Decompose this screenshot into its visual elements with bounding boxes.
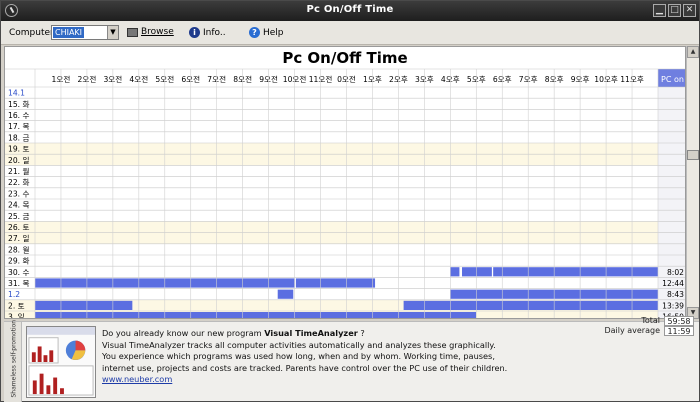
help-icon: ? <box>249 27 260 38</box>
pc-on-cell-bg <box>658 109 685 121</box>
total-value: 59:58 <box>664 316 694 326</box>
website-link[interactable]: www.neuber.com <box>102 374 172 384</box>
on-time-bar <box>295 278 376 288</box>
close-button[interactable]: ✕ <box>683 4 696 17</box>
info-button[interactable]: i Info.. <box>189 27 226 38</box>
pc-on-cell-bg <box>658 87 685 99</box>
pc-on-cell-bg <box>658 232 685 244</box>
on-time-bar <box>403 300 658 310</box>
weekend-row-bg <box>5 154 658 166</box>
app-window: Pc On/Off Time ▁ □ ✕ Computer CHIAKI ▼ B… <box>0 0 700 402</box>
date-label: 22. 화 <box>8 178 29 187</box>
weekend-row-bg <box>5 232 658 244</box>
pc-on-header: PC on <box>661 75 684 84</box>
product-screenshot[interactable] <box>26 326 96 398</box>
promo-panel: Shameless self-promotion Do you already … <box>4 316 699 402</box>
timeline-grid: PC on1오전 2오전 3오전 4오전 5오전 6오전 7오전 8오전 9오전 10오전 11오전… <box>5 68 685 319</box>
pc-on-cell-bg <box>658 243 685 255</box>
product-name: Visual TimeAnalyzer <box>264 328 358 338</box>
timeline-panel: PC on 1오전 2오전 3오전 4오전 5오전 6오전 7오전 8오전 9오전 10오전 11오전… <box>4 46 686 319</box>
pc-on-cell-bg <box>658 154 685 166</box>
date-label: 26. 토 <box>8 223 29 232</box>
minimize-button[interactable]: ▁ <box>653 4 666 17</box>
date-label: 28. 월 <box>8 244 29 254</box>
computer-label: Computer <box>9 28 54 38</box>
date-label: 1.2 <box>8 290 20 299</box>
date-label: 19. 토 <box>8 145 29 154</box>
on-time-bar <box>35 312 477 318</box>
date-label: 23. 수 <box>8 189 29 198</box>
scroll-up-icon[interactable]: ▲ <box>687 46 699 58</box>
on-time-bar <box>35 300 133 310</box>
computer-select[interactable]: CHIAKI ▼ <box>51 25 119 40</box>
info-icon: i <box>189 27 200 38</box>
pc-on-cell-bg <box>658 98 685 110</box>
date-label: 14.1 <box>8 89 25 98</box>
pc-on-cell-bg <box>658 143 685 155</box>
date-label: 30. 수 <box>8 268 29 277</box>
toolbar: Computer CHIAKI ▼ Browse i Info.. ? Help <box>1 21 699 45</box>
weekend-row-bg <box>5 221 658 233</box>
promo-text: Do you already know our new program Visu… <box>102 328 508 384</box>
maximize-button[interactable]: □ <box>668 4 681 17</box>
browse-button[interactable]: Browse <box>127 27 174 37</box>
pc-on-cell-bg <box>658 199 685 211</box>
totals-panel: Total 59:58 Daily average 11:59 <box>594 316 694 336</box>
window-title: Pc On/Off Time <box>306 4 394 15</box>
pc-on-cell-bg <box>658 255 685 267</box>
chevron-down-icon[interactable]: ▼ <box>107 26 118 39</box>
pc-on-cell-bg <box>658 131 685 143</box>
date-label: 27. 일 <box>8 234 29 243</box>
on-time-bar <box>277 289 294 299</box>
date-label: 31. 목 <box>8 279 29 288</box>
folder-icon <box>127 27 138 37</box>
date-label: 2. 토 <box>8 301 25 310</box>
pc-on-value: 8:02 <box>667 268 684 277</box>
average-value: 11:59 <box>664 326 694 336</box>
pc-on-cell-bg <box>658 165 685 177</box>
pc-on-cell-bg <box>658 176 685 188</box>
pc-on-cell-bg <box>658 210 685 222</box>
date-label: 17. 목 <box>8 122 29 131</box>
info-label: Info.. <box>203 27 226 38</box>
on-time-bar <box>493 267 658 277</box>
computer-value: CHIAKI <box>53 27 85 38</box>
date-label: 16. 수 <box>8 111 29 120</box>
on-time-bar <box>462 267 492 277</box>
date-label: 29. 화 <box>8 257 29 266</box>
date-label: 3. 일 <box>8 313 25 319</box>
date-label: 21. 월 <box>8 166 29 176</box>
date-label: 15. 화 <box>8 100 29 109</box>
total-label: Total <box>641 316 660 325</box>
help-button[interactable]: ? Help <box>249 27 284 38</box>
date-label: 18. 금 <box>8 133 29 142</box>
promo-side-label: Shameless self-promotion <box>4 320 22 402</box>
date-label: 20. 일 <box>8 156 29 165</box>
scroll-thumb[interactable] <box>687 150 699 160</box>
pc-on-cell-bg <box>658 120 685 132</box>
date-label: 25. 금 <box>8 212 29 221</box>
pc-on-cell-bg <box>658 187 685 199</box>
title-bar: Pc On/Off Time ▁ □ ✕ <box>1 1 699 21</box>
browse-label: Browse <box>141 27 174 37</box>
weekend-row-bg <box>5 143 658 155</box>
help-label: Help <box>263 27 284 38</box>
pc-on-value: 13:39 <box>662 301 684 310</box>
date-label: 24. 목 <box>8 201 29 210</box>
pc-on-value: 12:44 <box>662 279 684 288</box>
on-time-bar <box>450 267 460 277</box>
average-label: Daily average <box>604 326 660 335</box>
page-title: Pc On/Off Time <box>282 49 408 67</box>
pc-on-cell-bg <box>658 221 685 233</box>
vertical-scrollbar[interactable]: ▲ ▼ <box>686 46 699 319</box>
pc-on-value: 8:43 <box>667 290 684 299</box>
